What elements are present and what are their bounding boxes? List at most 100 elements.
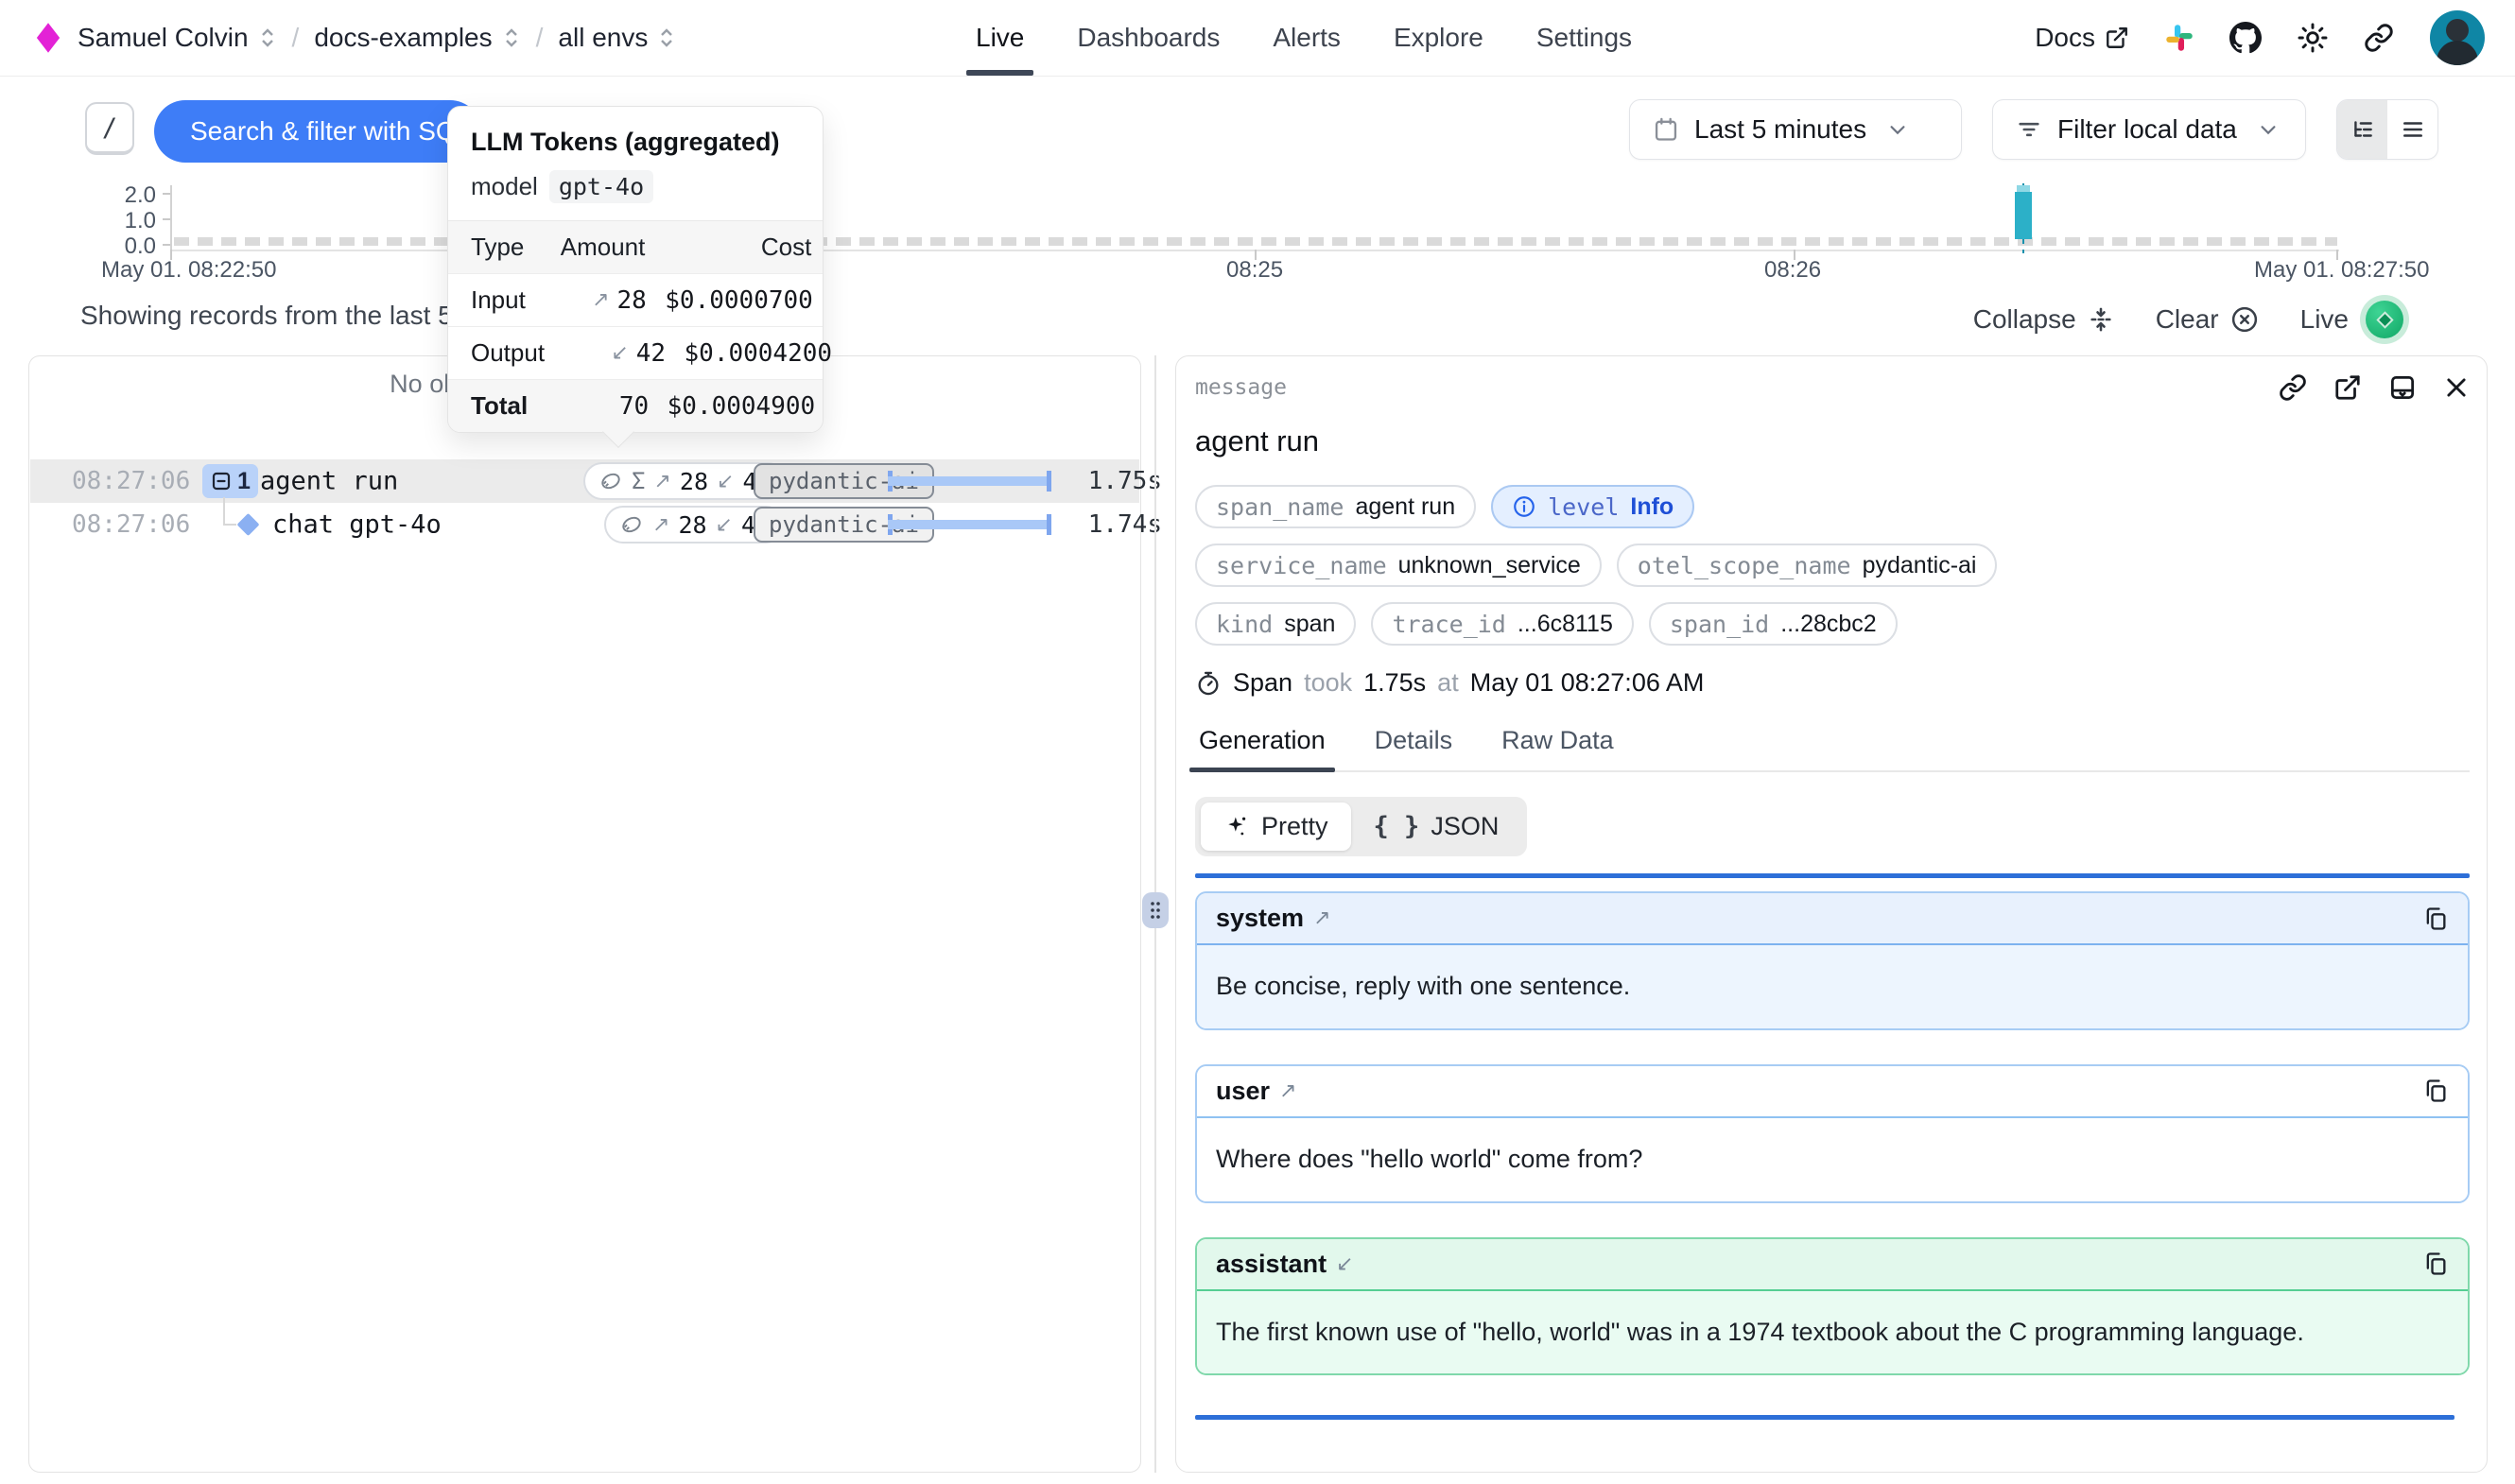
copy-icon bbox=[2422, 1078, 2449, 1104]
tab-generation[interactable]: Generation bbox=[1195, 726, 1329, 770]
pill-value: unknown_service bbox=[1398, 552, 1581, 579]
copy-icon bbox=[2422, 906, 2449, 932]
collapse-icon bbox=[2088, 306, 2114, 333]
pill-value: pydantic-ai bbox=[1863, 552, 1977, 579]
slack-icon[interactable] bbox=[2165, 24, 2194, 52]
table-row-total: Total 70 $0.0004900 bbox=[448, 380, 823, 432]
search-filter-button[interactable]: Search & filter with SQL bbox=[154, 100, 481, 163]
kind-pill[interactable]: kind span bbox=[1195, 602, 1356, 646]
list-view-button[interactable] bbox=[2387, 100, 2437, 159]
org-selector[interactable]: Samuel Colvin bbox=[78, 23, 277, 53]
breadcrumb: Samuel Colvin / docs-examples / all envs bbox=[34, 0, 676, 76]
clear-button[interactable]: Clear bbox=[2156, 304, 2259, 335]
panel-actions bbox=[2279, 373, 2470, 402]
timing-word: at bbox=[1437, 668, 1459, 698]
docs-label: Docs bbox=[2035, 23, 2095, 53]
output-arrow-icon: ↙ bbox=[716, 513, 733, 537]
share-link-icon[interactable] bbox=[2364, 23, 2394, 53]
message-role: user bbox=[1216, 1077, 1270, 1106]
status-actions: Collapse Clear Live bbox=[1973, 295, 2409, 344]
env-selector[interactable]: all envs bbox=[558, 23, 676, 53]
record-kind-label: message bbox=[1195, 375, 1287, 400]
message-card-assistant: assistant ↙ The first known use of "hell… bbox=[1195, 1237, 2470, 1376]
y-axis-line bbox=[170, 185, 172, 251]
tree-view-icon bbox=[2350, 117, 2375, 142]
span-name-pill[interactable]: span_name agent run bbox=[1195, 485, 1476, 528]
tab-details[interactable]: Details bbox=[1371, 726, 1457, 770]
row-type: Total bbox=[471, 391, 528, 421]
calendar-icon bbox=[1653, 116, 1679, 143]
tab-raw-data[interactable]: Raw Data bbox=[1498, 726, 1618, 770]
table-row-output: Output ↙42 $0.0004200 bbox=[448, 327, 823, 380]
copy-message-button[interactable] bbox=[2422, 906, 2449, 932]
sparkle-icon bbox=[1223, 814, 1250, 840]
pill-key: service_name bbox=[1216, 552, 1387, 579]
tokens-coin-icon bbox=[619, 512, 644, 537]
service-name-pill[interactable]: service_name unknown_service bbox=[1195, 544, 1602, 587]
nav-dashboards[interactable]: Dashboards bbox=[1077, 0, 1220, 76]
external-link-icon bbox=[2105, 26, 2129, 50]
filter-local-data-dropdown[interactable]: Filter local data bbox=[1992, 99, 2306, 160]
histogram-bar[interactable] bbox=[2015, 192, 2032, 239]
trace-row-agent-run[interactable]: 08:27:06 1 agent run Σ ↗ 28 ↙ 42 pydanti… bbox=[30, 459, 1139, 503]
json-view-button[interactable]: { } JSON bbox=[1351, 802, 1522, 851]
otel-scope-pill[interactable]: otel_scope_name pydantic-ai bbox=[1617, 544, 1998, 587]
copy-message-button[interactable] bbox=[2422, 1251, 2449, 1277]
histogram-bar-cap bbox=[2017, 185, 2030, 192]
tokens-coin-icon bbox=[598, 469, 623, 493]
message-text: Where does "hello world" come from? bbox=[1216, 1142, 2449, 1178]
grip-dots-icon bbox=[1148, 899, 1163, 922]
input-tokens: 28 bbox=[678, 511, 706, 539]
span-id-pill[interactable]: span_id ...28cbc2 bbox=[1649, 602, 1898, 646]
project-selector[interactable]: docs-examples bbox=[314, 23, 520, 53]
tree-connector bbox=[223, 524, 236, 526]
message-text: Be concise, reply with one sentence. bbox=[1216, 969, 2449, 1005]
close-icon[interactable] bbox=[2443, 374, 2470, 401]
time-range-dropdown[interactable]: Last 5 minutes bbox=[1629, 99, 1962, 160]
model-value: gpt-4o bbox=[549, 170, 653, 203]
theme-sun-icon[interactable] bbox=[2298, 23, 2328, 53]
nav-live[interactable]: Live bbox=[976, 0, 1024, 76]
tree-view-button[interactable] bbox=[2337, 100, 2387, 159]
org-name: Samuel Colvin bbox=[78, 23, 249, 53]
pretty-label: Pretty bbox=[1261, 812, 1328, 841]
copy-message-button[interactable] bbox=[2422, 1078, 2449, 1104]
pill-key: span_name bbox=[1216, 493, 1344, 521]
pretty-view-button[interactable]: Pretty bbox=[1201, 802, 1351, 851]
live-toggle[interactable]: Live bbox=[2300, 295, 2409, 344]
live-label: Live bbox=[2300, 304, 2349, 335]
row-cost: $0.0004900 bbox=[649, 392, 815, 421]
tree-connector bbox=[223, 497, 225, 525]
pill-key: level bbox=[1548, 493, 1619, 521]
nav-settings[interactable]: Settings bbox=[1536, 0, 1632, 76]
input-arrow-icon: ↗ bbox=[592, 288, 609, 312]
github-icon[interactable] bbox=[2229, 22, 2262, 54]
row-amount: 28 bbox=[617, 286, 647, 315]
dock-panel-icon[interactable] bbox=[2388, 373, 2417, 402]
live-indicator-icon bbox=[2360, 295, 2409, 344]
pill-value: agent run bbox=[1355, 493, 1455, 521]
pill-key: span_id bbox=[1670, 611, 1769, 638]
col-cost: Cost bbox=[645, 233, 811, 262]
project-name: docs-examples bbox=[314, 23, 492, 53]
collapse-children-badge[interactable]: 1 bbox=[202, 464, 258, 498]
nav-alerts[interactable]: Alerts bbox=[1273, 0, 1341, 76]
view-mode-toggle bbox=[2336, 99, 2438, 160]
collapse-button[interactable]: Collapse bbox=[1973, 304, 2114, 335]
output-arrow-icon: ↙ bbox=[611, 341, 628, 365]
trace-id-pill[interactable]: trace_id ...6c8115 bbox=[1371, 602, 1633, 646]
user-avatar[interactable] bbox=[2430, 10, 2485, 65]
panel-resize-handle[interactable] bbox=[1142, 892, 1169, 928]
copy-link-icon[interactable] bbox=[2279, 373, 2307, 402]
direction-arrow-icon: ↙ bbox=[1336, 1252, 1353, 1276]
input-tokens: 28 bbox=[680, 468, 708, 495]
child-count: 1 bbox=[237, 468, 251, 495]
open-in-new-icon[interactable] bbox=[2333, 373, 2362, 402]
docs-link[interactable]: Docs bbox=[2035, 23, 2129, 53]
trace-row-chat-gpt4o[interactable]: 08:27:06 chat gpt-4o ↗ 28 ↙ 42 pydantic-… bbox=[30, 503, 1139, 546]
row-type: Input bbox=[471, 285, 526, 315]
pill-value: ...6c8115 bbox=[1518, 611, 1613, 638]
level-pill[interactable]: level Info bbox=[1491, 485, 1694, 528]
list-view-icon bbox=[2401, 117, 2425, 142]
nav-explore[interactable]: Explore bbox=[1394, 0, 1483, 76]
